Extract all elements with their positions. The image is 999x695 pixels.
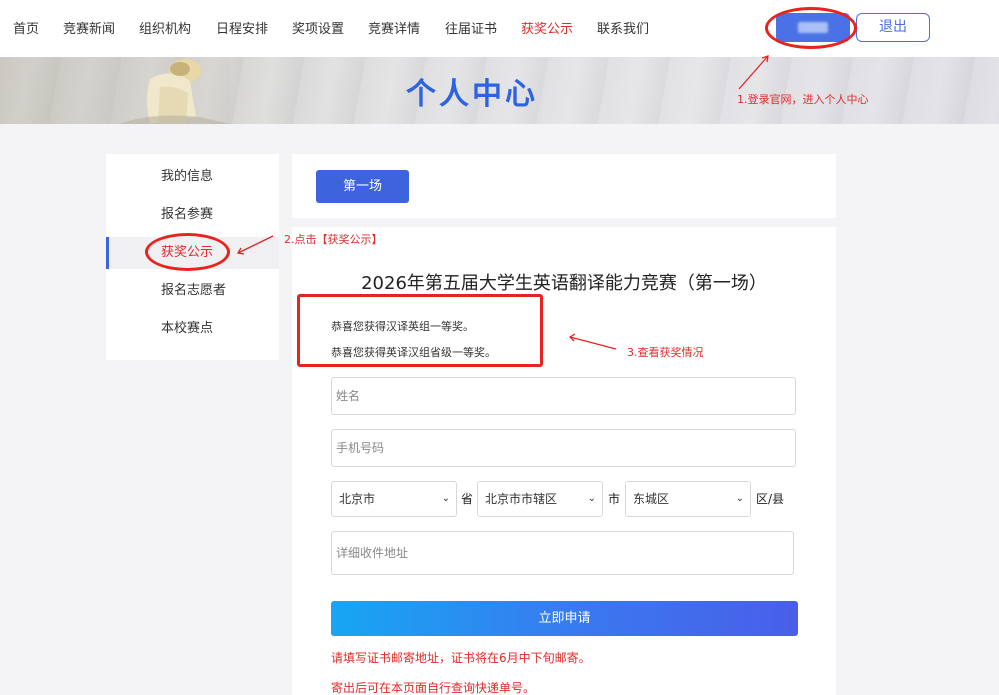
annotation-step2: 2.点击【获奖公示】 — [284, 233, 383, 246]
nav-schedule[interactable]: 日程安排 — [216, 18, 268, 37]
sidebar-item-volunteer[interactable]: 报名志愿者 — [106, 275, 279, 307]
competition-title: 2026年第五届大学生英语翻译能力竞赛（第一场） — [361, 273, 767, 294]
tab-first-session[interactable]: 第一场 — [316, 170, 409, 203]
district-select-value: 东城区 — [633, 492, 670, 506]
annotation-circle-sidebar — [145, 233, 230, 271]
city-select-value: 北京市市辖区 — [485, 492, 558, 506]
banner-figure-image — [0, 57, 230, 124]
city-select[interactable]: 北京市市辖区 ⌄ — [477, 481, 603, 517]
annotation-step1: 1.登录官网，进入个人中心 — [737, 93, 869, 106]
logout-button[interactable]: 退出 — [856, 13, 930, 42]
province-select-value: 北京市 — [339, 492, 376, 506]
chevron-down-icon: ⌄ — [587, 493, 596, 504]
session-tabs: 第一场 — [292, 154, 836, 218]
district-unit: 区/县 — [756, 492, 785, 506]
annotation-circle-account — [765, 7, 857, 49]
phone-input[interactable]: 手机号码 — [331, 429, 796, 467]
nav-awards-setup[interactable]: 奖项设置 — [292, 18, 344, 37]
province-unit: 省 — [461, 492, 474, 506]
annotation-step3: 3.查看获奖情况 — [627, 346, 704, 359]
sidebar-item-registration[interactable]: 报名参赛 — [106, 199, 279, 231]
province-select[interactable]: 北京市 ⌄ — [331, 481, 457, 517]
name-input[interactable]: 姓名 — [331, 377, 796, 415]
tracking-notice: 寄出后可在本页面自行查询快递单号。 — [331, 681, 536, 695]
sidebar-item-school-venue[interactable]: 本校赛点 — [106, 313, 279, 345]
page-title: 个人中心 — [406, 77, 538, 112]
address-input[interactable]: 详细收件地址 — [331, 531, 794, 575]
nav-organization[interactable]: 组织机构 — [139, 18, 191, 37]
chevron-down-icon: ⌄ — [441, 493, 450, 504]
nav-competition-details[interactable]: 竞赛详情 — [368, 18, 420, 37]
nav-contact[interactable]: 联系我们 — [597, 18, 649, 37]
nav-award-announcement[interactable]: 获奖公示 — [521, 18, 573, 37]
mailing-notice: 请填写证书邮寄地址，证书将在6月中下旬邮寄。 — [331, 651, 591, 665]
nav-home[interactable]: 首页 — [13, 18, 39, 37]
banner: 个人中心 1.登录官网，进入个人中心 — [0, 57, 999, 124]
nav-news[interactable]: 竞赛新闻 — [63, 18, 115, 37]
sidebar-item-my-info[interactable]: 我的信息 — [106, 161, 279, 193]
apply-button[interactable]: 立即申请 — [331, 601, 798, 636]
annotation-box-awards — [297, 294, 543, 367]
district-select[interactable]: 东城区 ⌄ — [625, 481, 751, 517]
chevron-down-icon: ⌄ — [735, 493, 744, 504]
city-unit: 市 — [608, 492, 621, 506]
nav-past-certificates[interactable]: 往届证书 — [445, 18, 497, 37]
